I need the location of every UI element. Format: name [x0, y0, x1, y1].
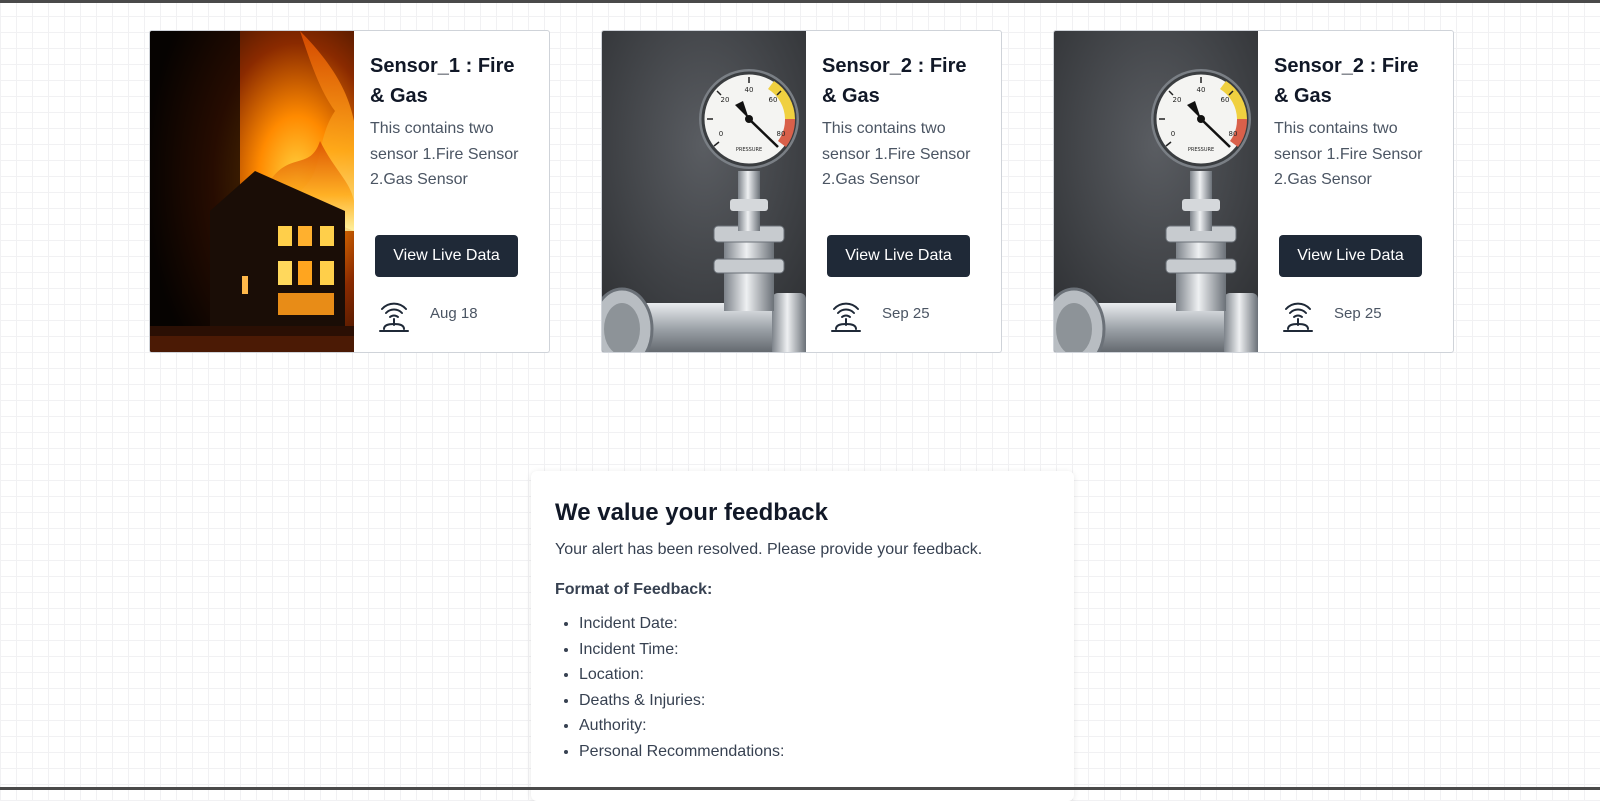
sensor-card-1: Sensor_1 : Fire & Gas This contains two …	[149, 30, 550, 353]
card-footer: Sep 25	[1278, 295, 1438, 335]
card-date: Aug 18	[430, 305, 478, 322]
view-live-data-button[interactable]: View Live Data	[827, 235, 970, 277]
window-top-border	[0, 0, 1600, 3]
pressure-gauge-image: 0 20 40 60 80 PRESSURE	[602, 31, 806, 352]
card-title: Sensor_1 : Fire & Gas	[370, 55, 515, 107]
burning-house-image	[150, 31, 354, 352]
gauge-tick-label: 80	[1229, 130, 1238, 138]
feedback-item-location: Location:	[579, 662, 1050, 688]
feedback-subtitle: Your alert has been resolved. Please pro…	[555, 541, 983, 558]
card-footer: Sep 25	[826, 295, 986, 335]
pressure-gauge-image: 0 20 40 60 80 PRESSURE	[1054, 31, 1258, 352]
wireless-sensor-icon	[1278, 295, 1318, 335]
feedback-item-incident-date: Incident Date:	[579, 611, 1050, 637]
card-title: Sensor_2 : Fire & Gas	[1274, 55, 1419, 107]
gauge-tick-label: 40	[1197, 86, 1206, 94]
gauge-tick-label: 20	[721, 96, 730, 104]
feedback-item-authority: Authority:	[579, 713, 1050, 739]
card-description: This contains two sensor 1.Fire Sensor 2…	[370, 120, 519, 188]
card-title: Sensor_2 : Fire & Gas	[822, 55, 967, 107]
card-description: This contains two sensor 1.Fire Sensor 2…	[822, 120, 971, 188]
card-date: Sep 25	[882, 305, 930, 322]
card-date: Sep 25	[1334, 305, 1382, 322]
feedback-title: We value your feedback	[555, 499, 828, 526]
gauge-tick-label: 20	[1173, 96, 1182, 104]
gauge-tick-label: 40	[745, 86, 754, 94]
gauge-tick-label: 60	[1221, 96, 1230, 104]
gauge-tick-label: 0	[719, 130, 723, 138]
gauge-brand-label: PRESSURE	[1188, 147, 1214, 153]
card-description: This contains two sensor 1.Fire Sensor 2…	[1274, 120, 1423, 188]
feedback-item-deaths-injuries: Deaths & Injuries:	[579, 688, 1050, 714]
gauge-tick-label: 80	[777, 130, 786, 138]
gauge-tick-label: 0	[1171, 130, 1175, 138]
wireless-sensor-icon	[826, 295, 866, 335]
gauge-tick-label: 60	[769, 96, 778, 104]
view-live-data-button[interactable]: View Live Data	[1279, 235, 1422, 277]
gauge-brand-label: PRESSURE	[736, 147, 762, 153]
wireless-sensor-icon	[374, 295, 414, 335]
feedback-panel: We value your feedback Your alert has be…	[531, 471, 1074, 801]
feedback-item-incident-time: Incident Time:	[579, 637, 1050, 663]
feedback-item-personal-recommendations: Personal Recommendations:	[579, 739, 1050, 765]
card-footer: Aug 18	[374, 295, 534, 335]
feedback-format-list: Incident Date: Incident Time: Location: …	[555, 611, 1050, 764]
sensor-card-2: 0 20 40 60 80 PRESSURE Sensor_2 : Fire &…	[601, 30, 1002, 353]
view-live-data-button[interactable]: View Live Data	[375, 235, 518, 277]
feedback-format-label: Format of Feedback:	[555, 581, 713, 598]
sensor-card-3: 0 20 40 60 80 PRESSURE Sensor_2 : Fire &…	[1053, 30, 1454, 353]
